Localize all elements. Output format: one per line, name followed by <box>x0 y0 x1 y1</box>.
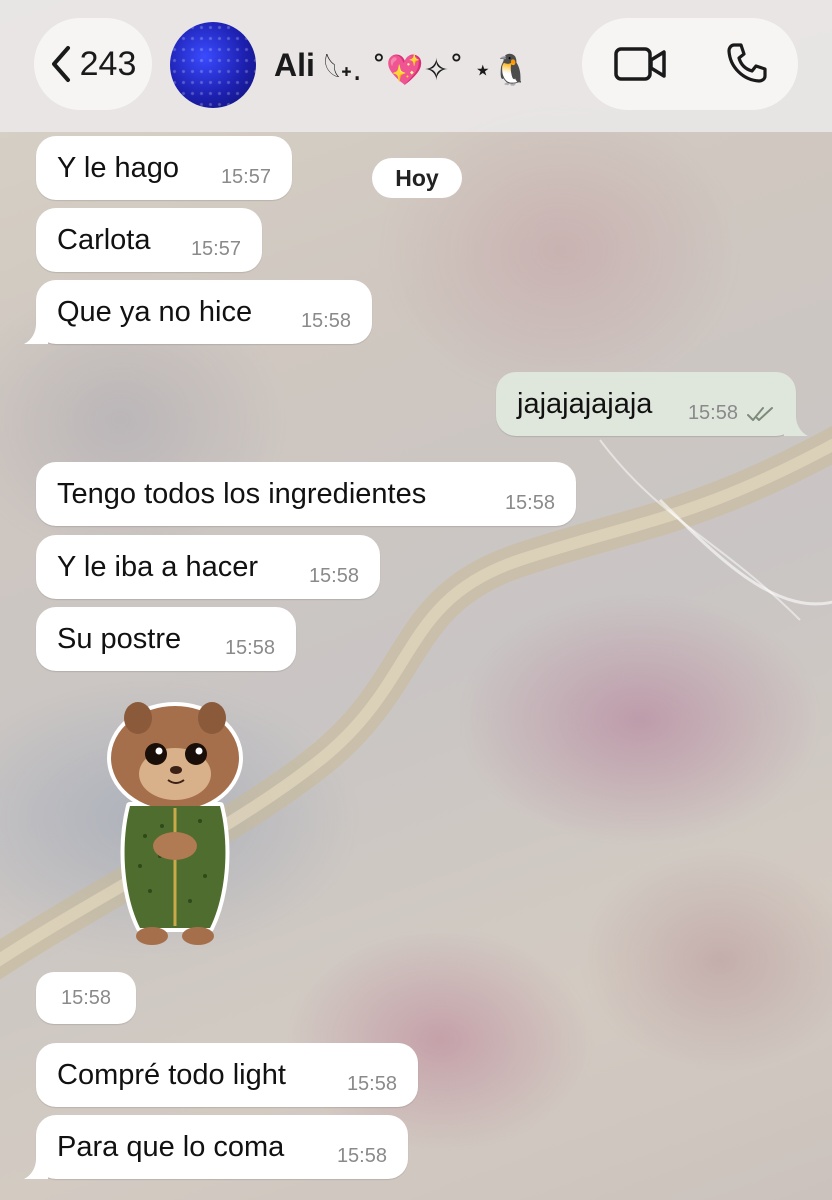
message-text: Que ya no hice <box>57 295 253 328</box>
date-separator: Hoy <box>372 158 462 198</box>
message-bubble[interactable]: Que ya no hice 15:58 <box>24 280 372 344</box>
message-time: 15:58 <box>300 310 351 332</box>
message-time: 15:58 <box>346 1073 397 1095</box>
message-text: Tengo todos los ingredientes <box>57 477 427 510</box>
video-camera-icon[interactable] <box>614 46 666 82</box>
message-bubble[interactable]: Tengo todos los ingredientes 15:58 <box>36 462 576 526</box>
contact-name-text: Ali <box>274 46 315 83</box>
sticker-time: 15:58 <box>36 972 136 1024</box>
message-bubble[interactable]: Compré todo light 15:58 <box>36 1043 418 1107</box>
message-bubble[interactable]: Y le hago 15:57 <box>36 136 292 200</box>
message-bubble[interactable]: Carlota 15:57 <box>36 208 262 272</box>
message-text: Y le iba a hacer <box>57 550 258 583</box>
message-bubble[interactable]: Para que lo coma 15:58 <box>24 1115 408 1179</box>
message-time: 15:58 <box>687 402 738 424</box>
message-time: 15:58 <box>504 492 555 514</box>
message-bubble[interactable]: Y le iba a hacer 15:58 <box>36 535 380 599</box>
read-receipt-icon <box>747 407 773 421</box>
unread-count: 243 <box>79 44 137 83</box>
bubble-tail <box>24 1159 48 1179</box>
contact-name[interactable]: Ali 𓆩˖. ˚💖✧˚ ⋆🐧 <box>274 40 530 90</box>
bubble-tail <box>784 416 808 436</box>
message-text: Carlota <box>57 223 151 256</box>
contact-name-decoration: 𓆩˖. ˚💖✧˚ ⋆🐧 <box>323 53 530 88</box>
message-bubble[interactable]: Su postre 15:58 <box>36 607 296 671</box>
message-text: Para que lo coma <box>57 1130 285 1163</box>
message-time: 15:58 <box>224 637 275 659</box>
message-time: 15:58 <box>336 1145 387 1167</box>
message-text: Su postre <box>57 622 182 655</box>
message-text: Compré todo light <box>57 1058 286 1091</box>
message-time: 15:57 <box>220 166 271 188</box>
phone-icon[interactable] <box>726 42 768 84</box>
avatar[interactable] <box>170 22 256 108</box>
message-time: 15:57 <box>190 238 241 260</box>
message-time: 15:58 <box>308 565 359 587</box>
call-actions <box>582 18 798 110</box>
bubble-tail <box>24 324 48 344</box>
message-text: jajajajajaja <box>517 387 653 420</box>
message-bubble-outgoing[interactable]: jajajajajaja 15:58 <box>496 372 808 436</box>
back-button[interactable]: 243 <box>34 18 152 110</box>
message-text: Y le hago <box>57 151 180 184</box>
chat-header: 243 Ali 𓆩˖. ˚💖✧˚ ⋆🐧 <box>0 0 832 132</box>
chevron-left-icon <box>51 46 70 82</box>
chipmunk-sticker[interactable] <box>100 696 250 954</box>
